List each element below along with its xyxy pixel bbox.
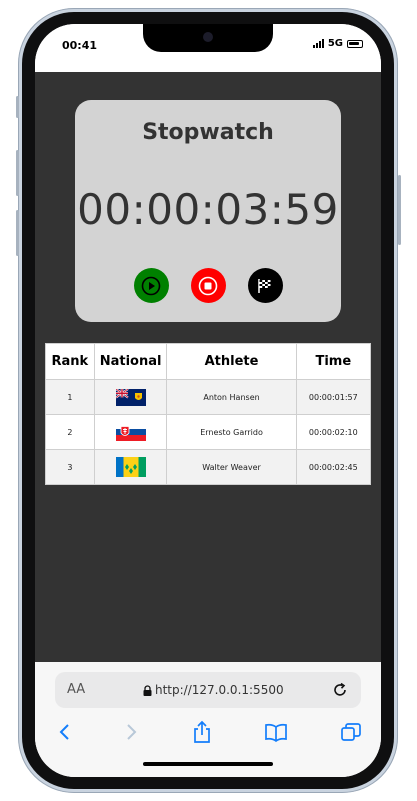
athlete-cell: Walter Weaver bbox=[166, 449, 297, 485]
national-cell bbox=[93, 449, 168, 485]
rank-header: Rank bbox=[45, 343, 95, 380]
national-header: National bbox=[93, 343, 168, 380]
browser-nav bbox=[35, 720, 381, 750]
table-row: 3 Walter Weaver 00:00:02:45 bbox=[45, 449, 372, 485]
network-label: 5G bbox=[327, 38, 343, 49]
bookmarks-icon[interactable] bbox=[264, 720, 288, 744]
status-time: 00:41 bbox=[62, 39, 98, 52]
flag-slovakia-icon bbox=[115, 423, 146, 441]
web-content: Stopwatch 00:00:03:59 Rank National Athl… bbox=[35, 72, 381, 662]
camera-icon bbox=[203, 32, 213, 42]
address-bar[interactable]: AA http://127.0.0.1:5500 bbox=[55, 672, 361, 708]
mute-switch bbox=[16, 96, 19, 118]
text-size-button[interactable]: AA bbox=[67, 682, 85, 697]
start-button[interactable] bbox=[133, 268, 169, 303]
power-button bbox=[398, 175, 401, 245]
table-row: 2 Ernesto Garrido 00:00:02:10 bbox=[45, 414, 372, 450]
athlete-header: Athlete bbox=[166, 343, 297, 380]
rank-cell: 3 bbox=[45, 449, 95, 485]
rank-cell: 1 bbox=[45, 379, 95, 415]
volume-up-button bbox=[16, 150, 19, 196]
back-icon[interactable] bbox=[57, 720, 73, 744]
notch bbox=[143, 24, 273, 52]
battery-icon bbox=[347, 39, 363, 48]
url-text: http://127.0.0.1:5500 bbox=[155, 683, 284, 697]
stop-button[interactable] bbox=[190, 268, 226, 303]
national-cell bbox=[93, 414, 168, 450]
share-icon[interactable] bbox=[192, 720, 212, 744]
time-cell: 00:00:01:57 bbox=[295, 379, 372, 415]
athlete-cell: Anton Hansen bbox=[166, 379, 297, 415]
table-row: 1 Anton Hansen 00:00:01:57 bbox=[45, 379, 372, 415]
time-cell: 00:00:02:10 bbox=[295, 414, 372, 450]
rank-cell: 2 bbox=[45, 414, 95, 450]
play-icon bbox=[141, 276, 161, 295]
stopwatch-title: Stopwatch bbox=[142, 120, 274, 145]
time-header: Time bbox=[295, 343, 372, 380]
results-table: Rank National Athlete Time 1 Anton Hanse… bbox=[45, 343, 372, 485]
browser-toolbar: AA http://127.0.0.1:5500 bbox=[35, 662, 381, 777]
national-cell bbox=[93, 379, 168, 415]
tabs-icon[interactable] bbox=[340, 720, 362, 744]
stopwatch-controls bbox=[75, 268, 341, 303]
phone-screen: 00:41 5G Stopwatch 00:00:03:59 Rank Nati… bbox=[35, 24, 381, 777]
signal-icon bbox=[312, 39, 324, 48]
status-bar: 00:41 5G bbox=[35, 24, 381, 70]
table-header-row: Rank National Athlete Time bbox=[45, 343, 372, 380]
checkered-flag-icon bbox=[258, 278, 271, 293]
time-cell: 00:00:02:45 bbox=[295, 449, 372, 485]
stopwatch-display: 00:00:03:59 bbox=[77, 185, 339, 234]
lap-button[interactable] bbox=[247, 268, 283, 303]
flag-turks-and-caicos-icon bbox=[115, 388, 146, 406]
forward-icon[interactable] bbox=[123, 720, 139, 744]
volume-down-button bbox=[16, 210, 19, 256]
reload-icon[interactable] bbox=[331, 681, 349, 699]
status-indicators: 5G bbox=[312, 38, 363, 49]
lock-icon bbox=[143, 685, 152, 696]
flag-saint-vincent-icon bbox=[115, 457, 146, 477]
athlete-cell: Ernesto Garrido bbox=[166, 414, 297, 450]
stopwatch-card: Stopwatch 00:00:03:59 bbox=[75, 100, 341, 322]
stop-icon bbox=[198, 276, 218, 295]
home-indicator bbox=[143, 762, 273, 766]
